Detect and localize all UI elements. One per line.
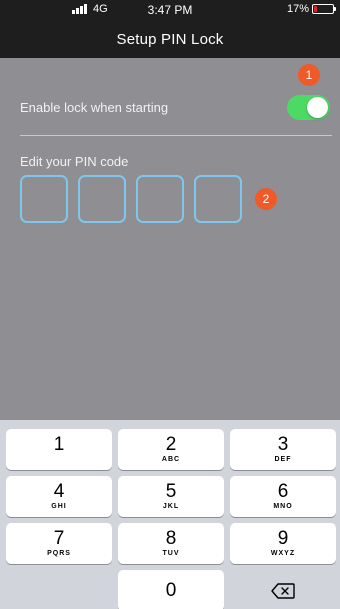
nav-bar: Setup PIN Lock bbox=[0, 20, 340, 58]
battery-level bbox=[314, 6, 317, 12]
status-right: 17% bbox=[286, 3, 336, 15]
key-digit: 4 bbox=[53, 481, 65, 502]
key-digit: 1 bbox=[53, 434, 65, 455]
key-digit: 3 bbox=[277, 434, 289, 455]
pin-digit-box[interactable] bbox=[136, 175, 184, 223]
key-2[interactable]: 2 ABC bbox=[118, 429, 224, 470]
key-digit: 5 bbox=[165, 481, 177, 502]
key-blank bbox=[6, 570, 112, 609]
key-letters: GHI bbox=[51, 503, 67, 510]
pin-digit-box[interactable] bbox=[194, 175, 242, 223]
divider bbox=[20, 135, 332, 136]
enable-lock-label: Enable lock when starting bbox=[20, 100, 169, 115]
status-bar: 4G 3:47 PM 17% bbox=[0, 0, 340, 20]
key-digit: 6 bbox=[277, 481, 289, 502]
key-9[interactable]: 9 WXYZ bbox=[230, 523, 336, 564]
pin-input-group[interactable] bbox=[20, 175, 242, 223]
key-letters: MNO bbox=[273, 503, 293, 510]
backspace-icon bbox=[271, 582, 295, 599]
key-letters: WXYZ bbox=[270, 550, 296, 557]
numeric-keypad: 1 2 ABC 3 DEF 4 GHI 5 JKL 6 MNO 7 PQRS 8 bbox=[0, 420, 340, 609]
key-4[interactable]: 4 GHI bbox=[6, 476, 112, 517]
key-digit: 7 bbox=[53, 528, 65, 549]
key-letters: DEF bbox=[274, 456, 292, 463]
key-digit: 0 bbox=[165, 579, 177, 601]
battery-percent: 17% bbox=[286, 3, 309, 15]
pin-label: Edit your PIN code bbox=[20, 154, 129, 169]
key-0[interactable]: 0 bbox=[118, 570, 224, 609]
pin-digit-box[interactable] bbox=[78, 175, 126, 223]
key-letters: TUV bbox=[162, 550, 180, 557]
key-digit: 9 bbox=[277, 528, 289, 549]
key-6[interactable]: 6 MNO bbox=[230, 476, 336, 517]
key-1[interactable]: 1 bbox=[6, 429, 112, 470]
enable-lock-toggle[interactable] bbox=[287, 95, 330, 120]
step-badge-2: 2 bbox=[255, 188, 277, 210]
key-7[interactable]: 7 PQRS bbox=[6, 523, 112, 564]
toggle-knob bbox=[307, 97, 328, 118]
key-digit: 2 bbox=[165, 434, 177, 455]
settings-content: 1 Enable lock when starting Edit your PI… bbox=[0, 58, 340, 428]
key-3[interactable]: 3 DEF bbox=[230, 429, 336, 470]
key-letters: PQRS bbox=[47, 550, 71, 557]
page-title: Setup PIN Lock bbox=[116, 30, 224, 48]
key-5[interactable]: 5 JKL bbox=[118, 476, 224, 517]
delete-key[interactable] bbox=[230, 570, 336, 609]
pin-digit-box[interactable] bbox=[20, 175, 68, 223]
step-badge-1: 1 bbox=[298, 64, 320, 86]
key-letters: ABC bbox=[161, 456, 181, 463]
key-8[interactable]: 8 TUV bbox=[118, 523, 224, 564]
battery-icon bbox=[312, 4, 336, 14]
key-letters: JKL bbox=[162, 503, 180, 510]
key-digit: 8 bbox=[165, 528, 177, 549]
